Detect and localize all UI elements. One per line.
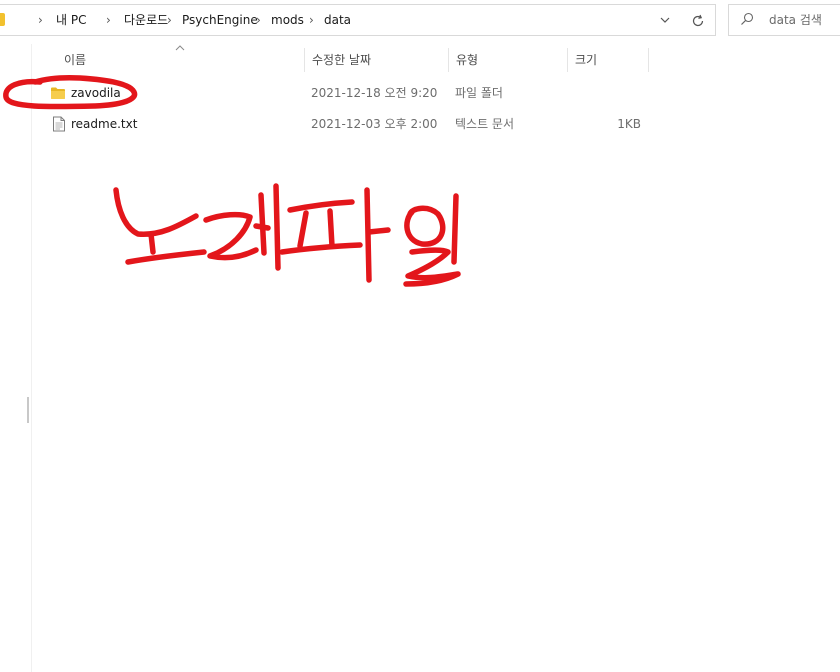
- folder-icon: [51, 87, 65, 99]
- column-header-name[interactable]: 이름: [57, 48, 304, 72]
- file-size: 1KB: [617, 117, 641, 131]
- search-icon: [741, 12, 754, 25]
- handwritten-glyph-pa: [279, 187, 391, 283]
- breadcrumb-item-this-pc[interactable]: 내 PC: [56, 5, 86, 35]
- folder-icon: [0, 13, 5, 26]
- column-header-type[interactable]: 유형: [449, 48, 567, 72]
- handwritten-glyph-no: [113, 187, 207, 265]
- handwritten-glyph-rae: [203, 183, 281, 271]
- text-file-icon: [53, 116, 65, 132]
- file-date-modified: 2021-12-03 오후 2:00: [311, 117, 438, 131]
- breadcrumb-separator[interactable]: ›: [38, 5, 43, 35]
- breadcrumb-item-downloads[interactable]: 다운로드: [124, 5, 168, 35]
- breadcrumb-separator[interactable]: ›: [106, 5, 111, 35]
- file-row-zavodila[interactable]: zavodila 2021-12-18 오전 9:20 파일 폴더: [32, 78, 650, 108]
- column-header-date-modified[interactable]: 수정한 날짜: [305, 48, 448, 72]
- breadcrumb-separator[interactable]: ›: [309, 5, 314, 35]
- breadcrumb-item-data[interactable]: data: [324, 5, 351, 35]
- column-divider[interactable]: [648, 48, 649, 72]
- refresh-icon[interactable]: [686, 5, 710, 35]
- column-header-size[interactable]: 크기: [568, 48, 648, 72]
- chevron-down-icon[interactable]: [655, 5, 675, 35]
- file-name: zavodila: [71, 86, 121, 100]
- file-type: 파일 폴더: [455, 86, 503, 100]
- search-placeholder: data 검색: [769, 13, 822, 27]
- pane-resize-handle[interactable]: [27, 397, 29, 423]
- breadcrumb-item-psychengine[interactable]: PsychEngine: [182, 5, 258, 35]
- breadcrumb-separator[interactable]: ›: [167, 5, 172, 35]
- search-input[interactable]: data 검색: [728, 4, 840, 36]
- address-bar[interactable]: › 내 PC › 다운로드 › PsychEngine › mods › dat…: [0, 4, 716, 36]
- handwritten-glyph-il: [403, 193, 461, 287]
- file-row-readme[interactable]: readme.txt 2021-12-03 오후 2:00 텍스트 문서 1KB: [32, 109, 650, 139]
- file-date-modified: 2021-12-18 오전 9:20: [311, 86, 438, 100]
- breadcrumb-item-mods[interactable]: mods: [271, 5, 304, 35]
- breadcrumb-separator[interactable]: ›: [256, 5, 261, 35]
- file-name: readme.txt: [71, 117, 138, 131]
- file-type: 텍스트 문서: [455, 117, 515, 131]
